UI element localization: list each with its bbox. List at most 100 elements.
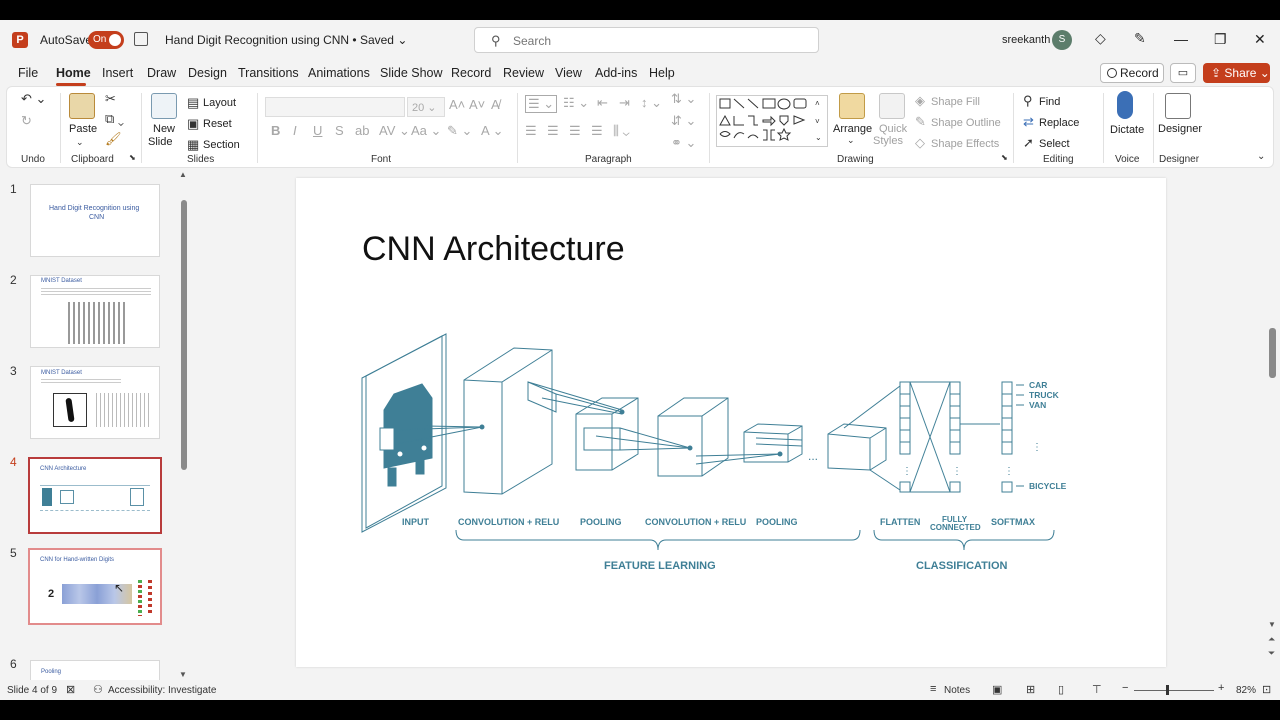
new-slide-icon[interactable] (151, 93, 177, 119)
font-size-box[interactable]: 20 ⌄ (407, 97, 445, 117)
paste-label[interactable]: Paste (69, 123, 97, 135)
share-button[interactable]: ⇪ Share ⌄ (1203, 63, 1270, 83)
tab-record[interactable]: Record (451, 66, 491, 80)
document-title[interactable]: Hand Digit Recognition using CNN • Saved… (165, 33, 407, 47)
zoom-in-icon[interactable]: + (1218, 682, 1224, 694)
designer-icon[interactable] (1165, 93, 1191, 119)
slide-thumbnail-4[interactable]: CNN Architecture (28, 457, 162, 534)
thumbnails-scrollbar-thumb[interactable] (181, 200, 187, 470)
dictate-button[interactable]: Dictate (1110, 124, 1144, 136)
spell-check-icon[interactable]: ⊠ (66, 683, 75, 696)
zoom-slider[interactable] (1134, 690, 1214, 691)
decrease-indent-icon[interactable]: ⇤ (597, 95, 608, 111)
tab-transitions[interactable]: Transitions (238, 66, 299, 80)
record-button[interactable]: Record (1100, 63, 1164, 83)
quick-styles-icon[interactable] (879, 93, 905, 119)
scroll-down-icon[interactable]: ▼ (1268, 620, 1276, 629)
section-button[interactable]: Section (203, 139, 240, 151)
line-spacing-icon[interactable]: ↕ ⌄ (641, 95, 662, 111)
slide-thumbnail-2[interactable]: MNIST Dataset (30, 275, 160, 348)
new-slide-label[interactable]: New (153, 123, 175, 135)
find-button[interactable]: Find (1039, 96, 1060, 108)
arrange-chevron-icon[interactable]: ⌄ (847, 135, 855, 146)
quick-styles-label[interactable]: Quick (879, 123, 907, 135)
notes-icon[interactable]: ≡ (930, 683, 936, 695)
strikethrough-icon[interactable]: S (335, 123, 344, 138)
slide-thumbnail-5[interactable]: CNN for Hand-written Digits 2 (28, 548, 162, 625)
minimize-icon[interactable]: — (1174, 31, 1188, 47)
microphone-icon[interactable] (1117, 91, 1133, 119)
arrange-icon[interactable] (839, 93, 865, 119)
shapes-gallery[interactable]: ˄ ˅ ⌄ (716, 95, 828, 147)
character-spacing-icon[interactable]: AV ⌄ (379, 123, 410, 139)
tab-view[interactable]: View (555, 66, 582, 80)
normal-view-icon[interactable]: ▣ (992, 683, 1002, 696)
tab-file[interactable]: File (18, 66, 38, 80)
highlight-icon[interactable]: ✎ ⌄ (447, 123, 472, 139)
comments-button[interactable]: ▭ (1170, 63, 1196, 83)
close-icon[interactable]: ✕ (1254, 31, 1266, 48)
format-painter-icon[interactable]: 🖌 (105, 131, 122, 147)
previous-slide-icon[interactable]: ⏶ (1268, 634, 1275, 645)
tab-insert[interactable]: Insert (102, 66, 133, 80)
next-slide-icon[interactable]: ⏷ (1268, 648, 1275, 659)
decrease-font-icon[interactable]: A˅ (469, 97, 485, 112)
layout-button[interactable]: Layout (203, 97, 236, 109)
increase-font-icon[interactable]: A˄ (449, 97, 465, 112)
select-icon[interactable]: ➚ (1023, 135, 1034, 151)
text-spacing-icon[interactable]: ab (355, 123, 369, 138)
font-color-icon[interactable]: A ⌄ (481, 123, 503, 139)
search-box[interactable]: ⚲ (474, 27, 819, 53)
paste-icon[interactable] (69, 93, 95, 119)
tab-home[interactable]: Home (56, 66, 91, 80)
slide-thumbnail-3[interactable]: MNIST Dataset (30, 366, 160, 439)
shape-fill-icon[interactable]: ◈ (915, 93, 925, 109)
select-button[interactable]: Select (1039, 138, 1070, 150)
accessibility-status[interactable]: Accessibility: Investigate (108, 685, 216, 696)
text-direction-icon[interactable]: ⇅ ⌄ (671, 91, 696, 107)
new-slide-label-2[interactable]: Slide (148, 136, 172, 148)
slide-sorter-icon[interactable]: ⊞ (1026, 683, 1035, 696)
zoom-out-icon[interactable]: − (1122, 682, 1128, 694)
reset-button[interactable]: Reset (203, 118, 232, 130)
layout-icon[interactable]: ▤ (187, 95, 199, 111)
replace-icon[interactable]: ⇄ (1023, 114, 1034, 130)
shape-outline-button[interactable]: Shape Outline (931, 117, 1001, 129)
shape-outline-icon[interactable]: ✎ (915, 114, 926, 130)
slide-show-icon[interactable]: ⊤ (1092, 683, 1102, 696)
autosave-toggle[interactable]: On (88, 31, 124, 49)
find-icon[interactable]: ⚲ (1023, 93, 1033, 109)
section-icon[interactable]: ▦ (187, 137, 199, 153)
tab-add-ins[interactable]: Add-ins (595, 66, 637, 80)
align-center-icon[interactable]: ☰ (547, 123, 559, 139)
accessibility-icon[interactable]: ⚇ (93, 683, 103, 696)
copy-icon[interactable]: ⧉ ⌄ (105, 111, 124, 127)
tab-slide-show[interactable]: Slide Show (380, 66, 443, 80)
shape-fill-button[interactable]: Shape Fill (931, 96, 980, 108)
designer-button[interactable]: Designer (1158, 123, 1202, 135)
paste-chevron-icon[interactable]: ⌄ (76, 137, 84, 148)
cut-icon[interactable]: ✂ (105, 91, 116, 107)
underline-icon[interactable]: U (313, 123, 322, 138)
arrange-button[interactable]: Arrange (833, 123, 872, 135)
change-case-icon[interactable]: Aa ⌄ (411, 123, 441, 139)
scroll-down-icon[interactable]: ▼ (179, 670, 187, 679)
tab-help[interactable]: Help (649, 66, 675, 80)
undo-icon[interactable]: ↶ ⌄ (21, 91, 46, 107)
smartart-icon[interactable]: ⚭ ⌄ (671, 135, 696, 151)
search-input[interactable] (513, 32, 803, 50)
slide-canvas[interactable]: CNN Architecture ... ⋮ ⋮ ⋮ ⋮ INPUT CONVO… (296, 178, 1166, 667)
tab-animations[interactable]: Animations (308, 66, 370, 80)
reading-view-icon[interactable]: ▯ (1058, 683, 1064, 696)
save-icon[interactable] (134, 32, 148, 46)
tab-review[interactable]: Review (503, 66, 544, 80)
font-family-box[interactable] (265, 97, 405, 117)
diamond-icon[interactable]: ◇ (1095, 30, 1106, 47)
align-text-icon[interactable]: ⇵ ⌄ (671, 113, 696, 129)
slide-scrollbar-thumb[interactable] (1269, 328, 1276, 378)
restore-icon[interactable]: ❐ (1214, 31, 1227, 48)
increase-indent-icon[interactable]: ⇥ (619, 95, 630, 111)
fit-to-window-icon[interactable]: ⊡ (1262, 683, 1271, 696)
align-right-icon[interactable]: ☰ (569, 123, 581, 139)
scroll-up-icon[interactable]: ▲ (179, 170, 187, 179)
